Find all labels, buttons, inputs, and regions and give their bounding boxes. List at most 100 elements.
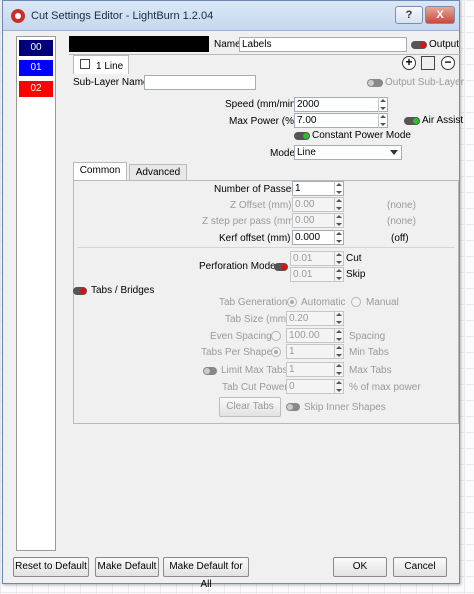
title-bar: Cut Settings Editor - LightBurn 1.2.04 ?… bbox=[3, 1, 459, 31]
perforation-skip-input[interactable]: 0.01 bbox=[290, 267, 344, 282]
passes-label: Number of Passes bbox=[214, 184, 297, 195]
ok-button[interactable]: OK bbox=[333, 557, 387, 577]
sublayer-name-input[interactable] bbox=[144, 75, 256, 90]
power-input[interactable]: 7.00 bbox=[294, 113, 388, 128]
constant-power-label: Constant Power Mode bbox=[312, 130, 411, 141]
skip-inner-shapes-toggle[interactable] bbox=[286, 403, 300, 411]
kerf-spin-icon[interactable] bbox=[334, 230, 343, 245]
mode-label: Mode bbox=[270, 148, 296, 159]
sublayer-tab[interactable]: 1 Line bbox=[73, 55, 129, 74]
passes-spin-icon[interactable] bbox=[334, 181, 343, 196]
output-sublayer-toggle[interactable] bbox=[367, 79, 383, 87]
constant-power-toggle[interactable] bbox=[294, 132, 310, 140]
copy-sublayer-icon[interactable] bbox=[421, 56, 435, 70]
kerf-label: Kerf offset (mm) bbox=[219, 233, 291, 244]
output-toggle[interactable] bbox=[411, 41, 427, 49]
passes-input[interactable]: 1 bbox=[292, 181, 344, 196]
make-default-for-all-button[interactable]: Make Default for All bbox=[163, 557, 249, 590]
layer-item-02[interactable]: 02 bbox=[19, 81, 53, 97]
z-offset-note: (none) bbox=[387, 200, 416, 211]
perforation-cut-spin-icon[interactable] bbox=[334, 251, 343, 266]
tab-common[interactable]: Common bbox=[73, 162, 127, 181]
automatic-radio[interactable] bbox=[287, 297, 297, 307]
speed-spin-icon[interactable] bbox=[378, 97, 387, 112]
tabs-bridges-label: Tabs / Bridges bbox=[91, 285, 155, 296]
layer-item-00[interactable]: 00 bbox=[19, 40, 53, 56]
tab-advanced[interactable]: Advanced bbox=[129, 164, 187, 181]
tabs-bridges-toggle[interactable] bbox=[73, 287, 87, 295]
perforation-cut-input[interactable]: 0.01 bbox=[290, 251, 344, 266]
speed-label: Speed (mm/min) bbox=[225, 99, 299, 110]
reset-to-default-button[interactable]: Reset to Default bbox=[13, 557, 89, 577]
layer-color-swatch[interactable] bbox=[69, 36, 209, 52]
pct-max-power-label: % of max power bbox=[349, 382, 421, 393]
speed-input[interactable]: 2000 bbox=[294, 97, 388, 112]
sublayer-tab-label: 1 Line bbox=[96, 61, 124, 72]
power-value: 7.00 bbox=[297, 115, 317, 126]
spacing-value: 100.00 bbox=[289, 330, 320, 341]
tab-size-value: 0.20 bbox=[289, 313, 309, 324]
tabs-per-shape-radio[interactable] bbox=[271, 347, 281, 357]
window-title: Cut Settings Editor - LightBurn 1.2.04 bbox=[31, 10, 214, 22]
perforation-toggle[interactable] bbox=[274, 263, 288, 271]
manual-label: Manual bbox=[366, 297, 399, 308]
z-offset-spin-icon[interactable] bbox=[334, 197, 343, 212]
sublayer-enable-checkbox[interactable] bbox=[80, 59, 90, 69]
per-shape-value: 1 bbox=[289, 346, 295, 357]
tab-size-label: Tab Size (mm) bbox=[225, 314, 290, 325]
help-button[interactable]: ? bbox=[395, 6, 423, 24]
make-default-button[interactable]: Make Default bbox=[95, 557, 159, 577]
spacing-spin-icon[interactable] bbox=[334, 328, 343, 343]
per-shape-spin-icon[interactable] bbox=[334, 344, 343, 359]
cut-settings-window: Cut Settings Editor - LightBurn 1.2.04 ?… bbox=[2, 0, 464, 590]
even-spacing-label: Even Spacing bbox=[210, 331, 272, 342]
lightburn-logo-icon bbox=[11, 9, 25, 23]
max-tabs-value: 1 bbox=[289, 364, 295, 375]
even-spacing-radio[interactable] bbox=[271, 331, 281, 341]
clear-tabs-button[interactable]: Clear Tabs bbox=[219, 397, 281, 417]
power-spin-icon[interactable] bbox=[378, 113, 387, 128]
name-input[interactable]: Labels bbox=[239, 37, 407, 52]
per-shape-input[interactable]: 1 bbox=[286, 344, 344, 359]
kerf-input[interactable]: 0.000 bbox=[292, 230, 344, 245]
tab-cut-power-value: 0 bbox=[289, 381, 295, 392]
z-offset-value: 0.00 bbox=[295, 199, 315, 210]
tab-cut-power-spin-icon[interactable] bbox=[334, 379, 343, 394]
z-step-spin-icon[interactable] bbox=[334, 213, 343, 228]
remove-sublayer-icon[interactable]: − bbox=[441, 56, 455, 70]
limit-max-tabs-toggle[interactable] bbox=[203, 367, 217, 375]
skip-inner-shapes-label: Skip Inner Shapes bbox=[304, 402, 386, 413]
spacing-label: Spacing bbox=[349, 331, 386, 342]
max-tabs-spin-icon[interactable] bbox=[334, 362, 343, 377]
close-button[interactable]: X bbox=[425, 6, 455, 24]
min-tabs-label: Min Tabs bbox=[349, 347, 389, 358]
mode-value: Line bbox=[297, 147, 316, 158]
tabs-per-shape-label: Tabs Per Shape bbox=[201, 347, 273, 358]
add-sublayer-icon[interactable]: + bbox=[402, 56, 416, 70]
manual-radio[interactable] bbox=[351, 297, 361, 307]
tab-cut-power-label: Tab Cut Power bbox=[222, 382, 288, 393]
spacing-input[interactable]: 100.00 bbox=[286, 328, 344, 343]
kerf-value: 0.000 bbox=[295, 232, 321, 243]
z-step-note: (none) bbox=[387, 216, 416, 227]
z-offset-input[interactable]: 0.00 bbox=[292, 197, 344, 212]
cancel-button[interactable]: Cancel bbox=[393, 557, 447, 577]
mode-select[interactable]: Line bbox=[294, 145, 402, 160]
tab-cut-power-input[interactable]: 0 bbox=[286, 379, 344, 394]
z-offset-label: Z Offset (mm) bbox=[230, 200, 292, 211]
limit-max-tabs-label: Limit Max Tabs bbox=[221, 365, 288, 376]
tab-size-spin-icon[interactable] bbox=[334, 311, 343, 326]
z-step-value: 0.00 bbox=[295, 215, 315, 226]
z-step-input[interactable]: 0.00 bbox=[292, 213, 344, 228]
max-tabs-input[interactable]: 1 bbox=[286, 362, 344, 377]
chevron-down-icon bbox=[390, 150, 398, 155]
divider bbox=[77, 247, 455, 248]
perforation-skip-label: Skip bbox=[346, 269, 366, 280]
perforation-cut-value: 0.01 bbox=[293, 253, 313, 264]
tab-size-input[interactable]: 0.20 bbox=[286, 311, 344, 326]
power-label: Max Power (%) bbox=[229, 116, 298, 127]
perforation-skip-spin-icon[interactable] bbox=[334, 267, 343, 282]
air-assist-toggle[interactable] bbox=[404, 117, 420, 125]
perforation-cut-label: Cut bbox=[346, 253, 362, 264]
layer-item-01[interactable]: 01 bbox=[19, 60, 53, 76]
